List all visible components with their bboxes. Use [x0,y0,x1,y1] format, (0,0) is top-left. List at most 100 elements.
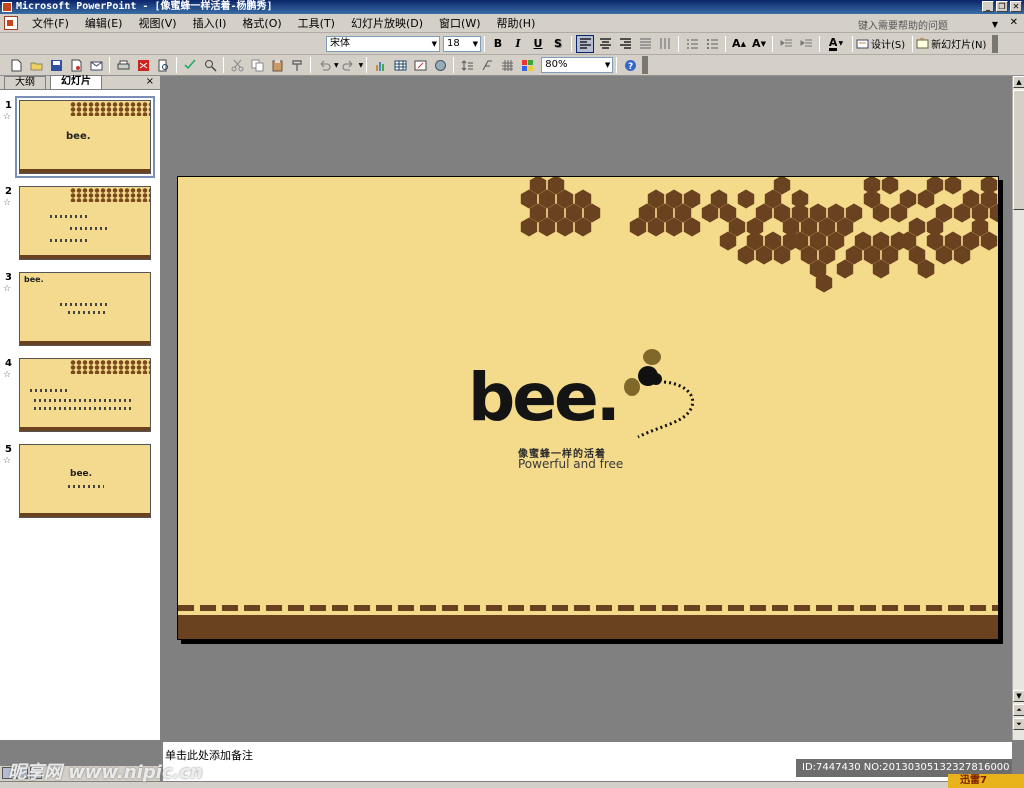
show-grid-button[interactable] [498,56,516,74]
italic-button[interactable]: I [509,35,527,53]
powerpoint-app-icon[interactable] [2,2,12,12]
expand-all-button[interactable] [458,56,476,74]
chevron-down-icon: ▼ [604,61,611,69]
toolbar-options-grip[interactable] [642,56,649,74]
tab-slides[interactable]: 幻灯片 [50,75,102,89]
slide-thumbnail-row[interactable]: 2 ☆ [0,186,160,266]
justify-button[interactable] [636,35,654,53]
color-grayscale-button[interactable] [518,56,536,74]
slide-canvas[interactable]: bee. 像蜜蜂一样的活着 Powerful and free [177,176,999,640]
slide-thumbnail[interactable]: bee. [19,444,151,518]
font-color-button[interactable]: A ▼ [824,35,848,53]
undo-icon [320,60,331,71]
research-lookup-button[interactable] [201,56,219,74]
spelling-button[interactable] [181,56,199,74]
menu-file[interactable]: 文件(F) [24,15,77,31]
menu-help[interactable]: 帮助(H) [489,15,544,31]
help-question-box[interactable]: 键入需要帮助的问题 ▼ [858,17,998,32]
tables-borders-button[interactable] [411,56,429,74]
design-button[interactable]: 设计(S) [871,36,905,51]
slide-thumbnail[interactable]: bee. [15,96,155,178]
tab-outline[interactable]: 大纲 [4,76,46,89]
underline-button[interactable]: U [529,35,547,53]
chart-icon [375,61,384,71]
zoom-select[interactable]: 80% ▼ [541,57,614,73]
chevron-down-icon[interactable]: ▼ [992,20,998,29]
menu-window[interactable]: 窗口(W) [431,15,488,31]
show-formatting-button[interactable] [478,56,496,74]
slide-thumbnail-row[interactable]: 4 ☆ [0,358,160,438]
toolbar-separator [616,57,618,73]
toolbar-options-grip[interactable] [992,34,999,53]
chevron-down-icon[interactable]: ▼ [334,62,339,69]
bold-button[interactable]: B [489,35,507,53]
chevron-down-icon[interactable]: ▼ [359,62,364,69]
insert-table-button[interactable] [391,56,409,74]
menu-tools[interactable]: 工具(T) [290,15,343,31]
new-slide-button[interactable]: 新幻灯片(N) [931,36,986,51]
undo-button[interactable] [315,56,333,74]
increase-font-button[interactable]: A ▲ [730,35,748,53]
format-painter-button[interactable] [288,56,306,74]
bee-icon [624,349,695,439]
vertical-scrollbar[interactable]: ▲ ▼ ⏶ ⏷ [1012,76,1024,740]
next-slide-button[interactable]: ⏷ [1013,718,1024,730]
bullet-list-icon [706,39,718,49]
distribute-button[interactable] [656,35,674,53]
insert-hyperlink-button[interactable] [431,56,449,74]
research-button[interactable] [134,56,152,74]
toolbar-separator [725,35,726,52]
help-button[interactable]: ? [621,56,639,74]
toolbar-separator [176,57,177,73]
menu-slideshow[interactable]: 幻灯片放映(D) [343,15,431,31]
decrease-font-button[interactable]: A ▼ [750,35,768,53]
insert-chart-button[interactable] [371,56,389,74]
redo-button[interactable] [340,56,358,74]
previous-slide-button[interactable]: ⏶ [1013,704,1024,716]
slide-thumbnail-row[interactable]: 3 ☆ bee. [0,272,160,352]
numbering-button[interactable] [683,35,701,53]
window-title: Microsoft PowerPoint - [像蜜蜂一样活着-杨鹏秀] [16,1,273,12]
document-close-button[interactable]: ✕ [1010,17,1018,28]
slide-thumbnail-row[interactable]: 1 ☆ bee. [0,96,160,180]
font-name-select[interactable]: 宋体 ▼ [326,35,440,52]
menu-view[interactable]: 视图(V) [130,15,184,31]
save-button[interactable] [47,56,65,74]
scroll-up-button[interactable]: ▲ [1013,76,1024,88]
toolbar-separator [366,57,368,73]
new-button[interactable] [7,56,25,74]
slide-thumbnail-row[interactable]: 5 ☆ bee. [0,444,160,524]
slide-thumbnail[interactable] [19,358,151,432]
scroll-down-button[interactable]: ▼ [1013,690,1024,702]
document-icon[interactable] [4,16,18,30]
cut-button[interactable] [228,56,246,74]
menu-insert[interactable]: 插入(I) [185,15,235,31]
permission-button[interactable] [67,56,85,74]
decrease-indent-button[interactable] [777,35,795,53]
paste-button[interactable] [268,56,286,74]
print-preview-button[interactable] [154,56,172,74]
thumbnail-text-lines [50,215,90,218]
menu-format[interactable]: 格式(O) [234,15,289,31]
email-button[interactable] [87,56,105,74]
menu-edit[interactable]: 编辑(E) [77,15,131,31]
slide-thumbnail[interactable]: bee. [19,272,151,346]
align-left-button[interactable] [576,34,594,53]
font-size-select[interactable]: 18 ▼ [443,35,481,52]
printer-icon [117,60,129,69]
slide-thumbnail[interactable] [19,186,151,260]
bullets-button[interactable] [703,35,721,53]
restore-button[interactable]: ❐ [996,1,1008,12]
increase-indent-button[interactable] [797,35,815,53]
minimize-button[interactable]: _ [982,1,994,12]
toolbar-separator [852,35,853,52]
open-button[interactable] [27,56,45,74]
print-button[interactable] [114,56,132,74]
copy-button[interactable] [248,56,266,74]
shadow-button[interactable]: S [549,35,567,53]
align-center-button[interactable] [596,35,614,53]
align-right-button[interactable] [616,35,634,53]
close-button[interactable]: ✕ [1010,1,1022,12]
close-panel-button[interactable]: × [146,76,154,87]
scroll-thumb[interactable] [1013,90,1024,210]
